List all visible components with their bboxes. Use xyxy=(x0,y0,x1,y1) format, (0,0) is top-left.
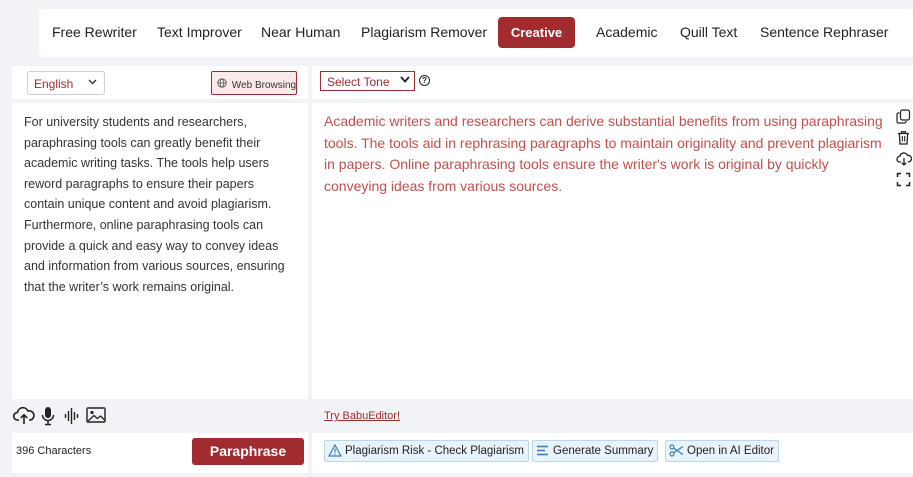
input-tools xyxy=(12,403,308,430)
globe-icon xyxy=(217,78,230,91)
input-editor[interactable]: For university students and researchers,… xyxy=(12,103,308,399)
generate-summary-label: Generate Summary xyxy=(553,445,654,457)
output-side-tools xyxy=(896,109,913,193)
chevron-down-icon xyxy=(400,74,410,86)
tone-select[interactable]: Select Tone xyxy=(320,71,415,91)
tone-select-label: Select Tone xyxy=(327,75,390,89)
tab-plagiarism-remover[interactable]: Plagiarism Remover xyxy=(361,17,487,48)
output-text[interactable]: Academic writers and researchers can der… xyxy=(324,111,884,198)
generate-summary-button[interactable]: Generate Summary xyxy=(532,440,659,462)
tab-near-human[interactable]: Near Human xyxy=(261,17,340,48)
open-ai-editor-button[interactable]: Open in AI Editor xyxy=(665,440,779,462)
tab-text-improver[interactable]: Text Improver xyxy=(157,17,242,48)
audio-wave-icon[interactable] xyxy=(64,406,86,428)
fullscreen-icon[interactable] xyxy=(896,172,911,187)
language-value: English xyxy=(34,77,74,91)
image-icon[interactable] xyxy=(86,406,108,428)
tab-quill-text[interactable]: Quill Text xyxy=(680,17,737,48)
trash-icon[interactable] xyxy=(896,130,911,145)
character-count: 396 Characters xyxy=(16,445,92,457)
microphone-icon[interactable] xyxy=(40,406,62,428)
editor-promo: Try BabuEditor! xyxy=(312,403,913,430)
language-select[interactable]: English xyxy=(27,71,105,95)
copy-icon[interactable] xyxy=(896,109,911,124)
output-actions: Plagiarism Risk - Check Plagiarism Gener… xyxy=(312,433,913,473)
output-toolbar: Select Tone ? xyxy=(312,66,913,99)
download-icon[interactable] xyxy=(896,151,913,166)
scissors-icon xyxy=(669,444,684,457)
input-footer: 396 Characters Paraphrase xyxy=(12,433,308,473)
mode-tabs: Free Rewriter Text Improver Near Human P… xyxy=(39,9,913,57)
tab-sentence-rephraser[interactable]: Sentence Rephraser xyxy=(760,17,888,48)
chevron-down-icon xyxy=(88,77,97,88)
open-ai-editor-label: Open in AI Editor xyxy=(687,445,774,457)
tab-creative[interactable]: Creative xyxy=(498,17,575,48)
check-plagiarism-label: Plagiarism Risk - Check Plagiarism xyxy=(345,445,524,457)
check-plagiarism-button[interactable]: Plagiarism Risk - Check Plagiarism xyxy=(324,440,529,462)
input-toolbar: English Web Browsing xyxy=(12,66,308,99)
try-babueditor-link[interactable]: Try BabuEditor! xyxy=(324,410,400,422)
tab-academic[interactable]: Academic xyxy=(596,17,657,48)
tab-free-rewriter[interactable]: Free Rewriter xyxy=(52,17,137,48)
web-browsing-label: Web Browsing xyxy=(231,80,297,91)
warning-icon xyxy=(327,443,343,457)
upload-cloud-icon[interactable] xyxy=(12,406,35,428)
output-editor[interactable]: Academic writers and researchers can der… xyxy=(312,103,913,399)
paraphrase-button[interactable]: Paraphrase xyxy=(192,438,304,465)
summary-lines-icon xyxy=(537,445,548,456)
input-text[interactable]: For university students and researchers,… xyxy=(24,112,296,297)
web-browsing-button[interactable]: Web Browsing xyxy=(211,71,297,95)
help-icon[interactable]: ? xyxy=(419,75,430,86)
